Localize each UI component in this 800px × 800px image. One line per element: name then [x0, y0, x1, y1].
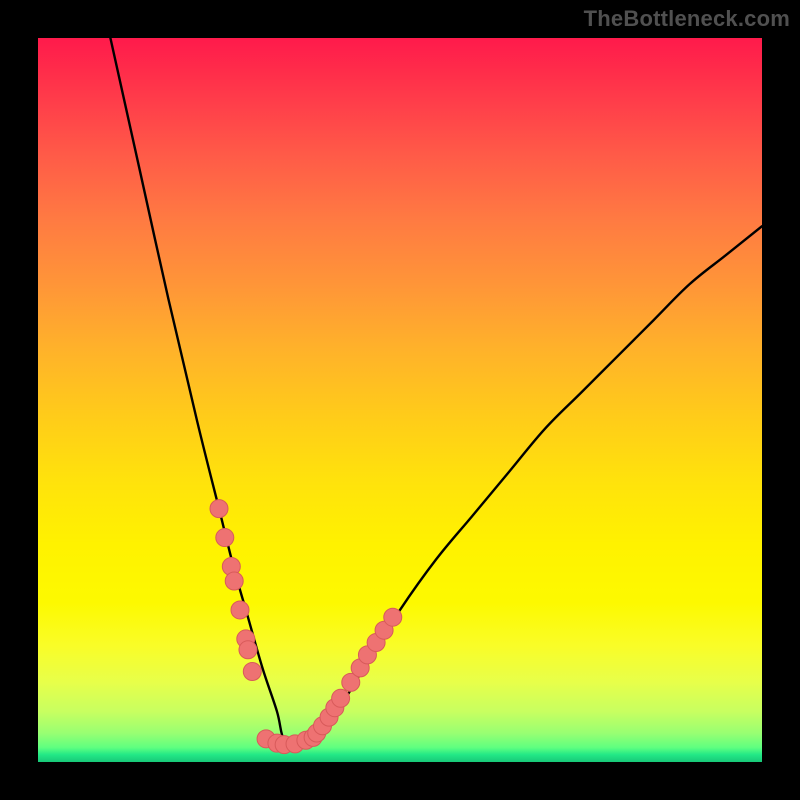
chart-plot-area — [38, 38, 762, 762]
marker-dot — [239, 641, 257, 659]
marker-dot — [384, 608, 402, 626]
attribution-label: TheBottleneck.com — [584, 6, 790, 32]
marker-layer — [210, 500, 402, 754]
marker-dot — [210, 500, 228, 518]
marker-dot — [243, 663, 261, 681]
chart-svg — [38, 38, 762, 762]
marker-dot — [225, 572, 243, 590]
marker-dot — [332, 689, 350, 707]
marker-dot — [231, 601, 249, 619]
marker-dot — [216, 529, 234, 547]
bottleneck-curve — [110, 38, 762, 748]
